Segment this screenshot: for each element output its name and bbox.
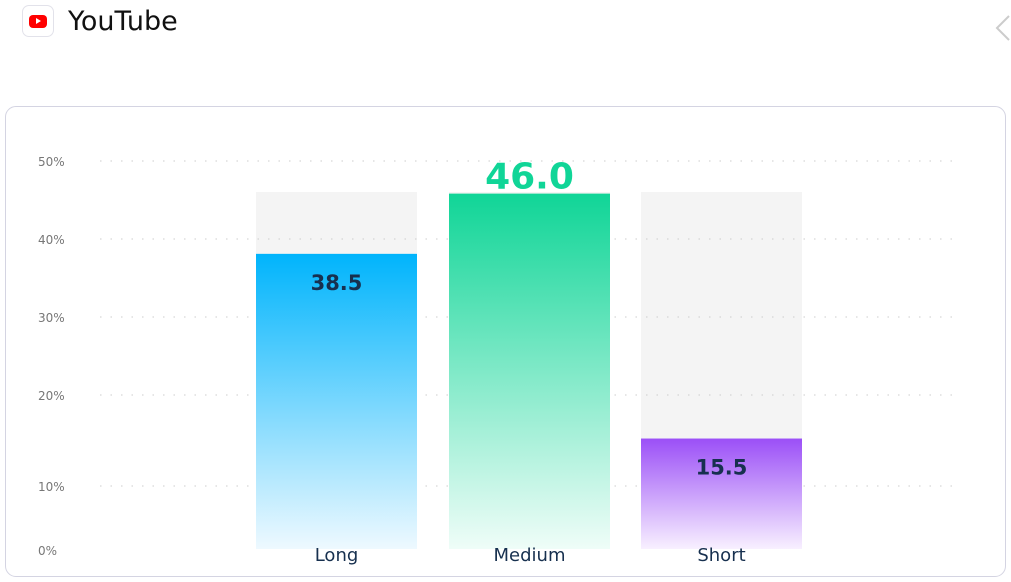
bar-chart: 0% 10% 20% 30% 40% 50% 38.5 Long 46.0 Medium 15.5 S… xyxy=(38,155,960,566)
y-tick-label: 0% xyxy=(38,544,57,558)
y-tick-label: 50% xyxy=(38,155,65,169)
data-label: 46.0 xyxy=(485,157,574,198)
y-tick-label: 30% xyxy=(38,311,65,325)
y-tick-label: 40% xyxy=(38,233,65,247)
y-tick-label: 20% xyxy=(38,389,65,403)
y-tick-label: 10% xyxy=(38,480,65,494)
bar-long[interactable] xyxy=(256,253,417,549)
data-label: 15.5 xyxy=(696,456,748,480)
data-label: 38.5 xyxy=(311,271,363,295)
bar-medium[interactable] xyxy=(449,193,610,549)
category-label: Short xyxy=(697,545,745,566)
category-label: Long xyxy=(315,545,359,566)
category-label: Medium xyxy=(494,545,566,566)
